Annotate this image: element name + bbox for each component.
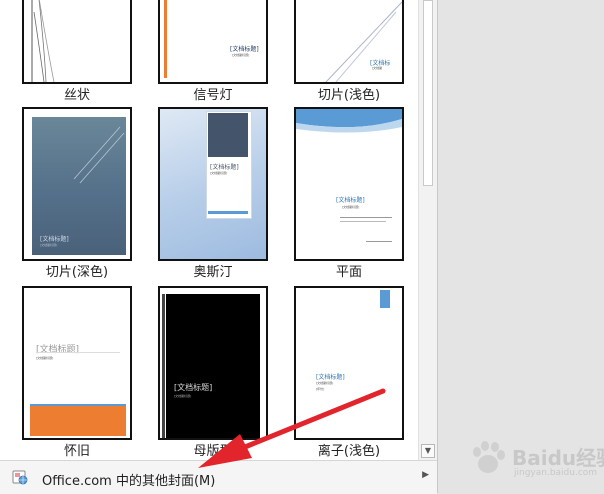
baidu-paw-icon — [473, 441, 505, 473]
retrospect-subtitle: [文档副标题] — [36, 356, 54, 360]
austin-title: [文档标题] — [210, 164, 239, 171]
cover-gallery: 丝状 [文档标题] [文档副标题] 信号灯 [文档标 [文档副 切片(浅色) [… — [0, 0, 418, 460]
cover-thumb-motion[interactable]: [文档标题] [文档副标题] — [158, 286, 268, 440]
facet-subtitle: [文档副标题] — [342, 205, 360, 209]
cover-thumb-austin[interactable]: [文档标题] [文档副标题] — [158, 107, 268, 261]
wisp-art — [31, 0, 55, 82]
cover-label-motion: 母版型 — [193, 444, 233, 459]
cover-thumb-wisp[interactable] — [22, 0, 132, 84]
ion-light-year: [年份] — [316, 387, 325, 391]
slice-dark-subtitle: [文档副标题] — [40, 243, 58, 247]
cover-label-facet: 平面 — [335, 265, 362, 280]
cover-thumb-retrospect[interactable]: [文档标题] [文档副标题] — [22, 286, 132, 440]
motion-subtitle: [文档副标题] — [174, 394, 192, 398]
cover-label-wisp: 丝状 — [63, 88, 90, 103]
retrospect-title: [文档标题] — [36, 345, 80, 355]
slice-light-subtitle: [文档副 — [372, 66, 383, 70]
banded-subtitle: [文档副标题] — [232, 53, 250, 57]
gallery-scrollbar[interactable]: ▼ — [418, 0, 437, 460]
cover-label-slice-dark: 切片(深色) — [45, 265, 109, 280]
cover-thumb-ion-light[interactable]: [文档标题] [文档副标题] [年份] — [294, 286, 404, 440]
cover-thumb-slice-light[interactable]: [文档标 [文档副 — [294, 0, 404, 84]
baidu-watermark: Baidu经验 jingyan.baidu.com — [462, 430, 604, 490]
office-globe-icon — [12, 470, 28, 485]
cover-label-ion-light: 离子(浅色) — [317, 444, 381, 459]
submenu-arrow-icon: ▶ — [422, 470, 429, 480]
cover-thumb-banded[interactable]: [文档标题] [文档副标题] — [158, 0, 268, 84]
cover-label-banded: 信号灯 — [193, 88, 233, 103]
scrollbar-thumb[interactable] — [423, 0, 433, 186]
slice-dark-title: [文档标题] — [40, 236, 69, 243]
ion-light-title: [文档标题] — [316, 374, 345, 381]
more-covers-menu-item[interactable]: Office.com 中的其他封面(M) ▶ — [0, 460, 437, 494]
cover-thumb-slice-dark[interactable]: [文档标题] [文档副标题] — [22, 107, 132, 261]
motion-title: [文档标题] — [174, 383, 213, 392]
cover-page-gallery-panel: 丝状 [文档标题] [文档副标题] 信号灯 [文档标 [文档副 切片(浅色) [… — [0, 0, 438, 494]
cover-label-austin: 奥斯汀 — [193, 265, 233, 280]
cover-label-retrospect: 怀旧 — [63, 444, 90, 459]
austin-subtitle: [文档副标题] — [210, 171, 228, 175]
scroll-down-arrow-icon[interactable]: ▼ — [421, 444, 435, 458]
watermark-text: Baidu经验 — [512, 446, 604, 470]
cover-thumb-facet[interactable]: [文档标题] [文档副标题] — [294, 107, 404, 261]
ion-light-subtitle: [文档副标题] — [316, 381, 334, 385]
slice-light-art — [325, 1, 402, 82]
watermark-url: jingyan.baidu.com — [514, 468, 598, 478]
cover-label-slice-light: 切片(浅色) — [317, 88, 381, 103]
facet-wave-art — [296, 109, 402, 133]
banded-title: [文档标题] — [230, 46, 259, 53]
facet-title: [文档标题] — [336, 197, 365, 204]
more-covers-label: Office.com 中的其他封面(M) — [42, 474, 216, 489]
